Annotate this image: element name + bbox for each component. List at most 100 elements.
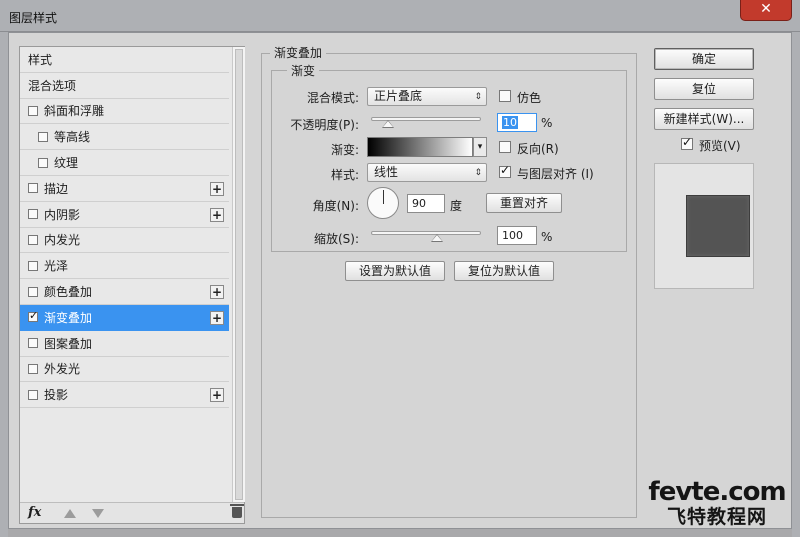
style-list-item-label: 渐变叠加 — [44, 310, 93, 325]
angle-value: 90 — [412, 197, 426, 210]
style-list-item[interactable]: 斜面和浮雕 — [20, 99, 229, 125]
add-effect-icon[interactable]: + — [210, 181, 224, 196]
opacity-label: 不透明度(P): — [290, 118, 359, 132]
style-enable-checkbox[interactable] — [28, 105, 38, 116]
opacity-value: 10 — [502, 116, 518, 129]
style-enable-checkbox[interactable] — [28, 389, 38, 400]
style-list-item[interactable]: 外发光 — [20, 357, 229, 383]
preview-label: 预览(V) — [699, 139, 741, 153]
style-list-item[interactable]: 描边 + — [20, 176, 229, 202]
style-list-item[interactable]: 颜色叠加 + — [20, 279, 229, 305]
style-list-item[interactable]: 内阴影 + — [20, 202, 229, 228]
window-frame-right — [792, 32, 800, 537]
move-up-icon[interactable] — [64, 509, 76, 518]
style-enable-checkbox[interactable] — [38, 157, 48, 168]
style-list-item-label: 混合选项 — [28, 78, 77, 93]
angle-dial-hand — [383, 190, 384, 204]
style-list-item[interactable]: 渐变叠加 + — [20, 304, 229, 331]
style-list-item[interactable]: 内发光 — [20, 228, 229, 254]
blend-mode-label: 混合模式: — [306, 91, 359, 105]
add-effect-icon[interactable]: + — [210, 207, 224, 222]
style-list-item[interactable]: 样式 — [20, 47, 229, 73]
new-style-button[interactable]: 新建样式(W)... — [654, 108, 754, 130]
align-with-layer-checkbox[interactable] — [499, 163, 511, 178]
blend-mode-select[interactable]: 正片叠底 ⇕ — [367, 87, 487, 106]
gradient-dropdown-button[interactable]: ▾ — [473, 137, 487, 157]
move-down-icon[interactable] — [92, 509, 104, 518]
style-preview — [654, 163, 754, 289]
gradient-preview[interactable] — [367, 137, 473, 157]
gradient-label: 渐变: — [330, 143, 359, 157]
gradient-overlay-title: 渐变叠加 — [270, 44, 327, 61]
style-list-item-label: 内发光 — [44, 233, 81, 248]
chevron-updown-icon: ⇕ — [474, 168, 482, 178]
opacity-slider[interactable] — [371, 117, 481, 128]
style-enable-checkbox[interactable] — [28, 183, 38, 194]
scale-slider[interactable] — [371, 231, 481, 242]
style-list-item[interactable]: 光泽 — [20, 253, 229, 280]
opacity-slider-handle[interactable] — [381, 120, 394, 128]
angle-label: 角度(N): — [312, 199, 359, 213]
styles-footer: fx — [20, 502, 244, 523]
add-effect-icon[interactable]: + — [210, 285, 224, 300]
close-button[interactable]: ✕ — [740, 0, 792, 21]
style-select[interactable]: 线性 ⇕ — [367, 163, 487, 182]
style-enable-checkbox[interactable] — [28, 234, 38, 245]
style-enable-checkbox[interactable] — [28, 363, 38, 374]
style-list-item-label: 样式 — [28, 52, 53, 67]
style-list-item-label: 内阴影 — [44, 207, 81, 222]
angle-unit: 度 — [450, 199, 463, 213]
angle-dial[interactable] — [367, 187, 399, 219]
style-enable-checkbox[interactable] — [28, 286, 38, 297]
reset-to-default-button[interactable]: 复位为默认值 — [454, 261, 554, 281]
style-list-item-label: 光泽 — [44, 259, 69, 274]
fx-menu-button[interactable]: fx — [28, 505, 41, 520]
style-list-item-label: 外发光 — [44, 362, 81, 377]
style-list-item[interactable]: 投影 + — [20, 382, 229, 409]
chevron-down-icon: ▾ — [477, 142, 483, 152]
add-effect-icon[interactable]: + — [210, 388, 224, 403]
watermark: fevte.com 飞特教程网 — [637, 478, 797, 534]
scale-input[interactable]: 100 — [497, 226, 537, 245]
style-list-item[interactable]: 图案叠加 — [20, 331, 229, 357]
style-enable-checkbox[interactable] — [28, 338, 38, 349]
add-effect-icon[interactable]: + — [210, 310, 224, 325]
style-list-item-label: 图案叠加 — [44, 336, 93, 351]
set-as-default-button[interactable]: 设置为默认值 — [345, 261, 445, 281]
reverse-checkbox[interactable] — [499, 141, 511, 153]
watermark-site-name: 飞特教程网 — [666, 506, 767, 528]
styles-scrollbar[interactable] — [232, 47, 245, 502]
gradient-subgroup-title: 渐变 — [287, 62, 320, 79]
style-list-item[interactable]: 等高线 — [20, 124, 229, 151]
scale-slider-handle[interactable] — [430, 234, 443, 242]
reset-button[interactable]: 复位 — [654, 78, 754, 100]
scrollbar-thumb[interactable] — [235, 49, 243, 500]
style-enable-checkbox[interactable] — [28, 309, 38, 323]
reset-alignment-button[interactable]: 重置对齐 — [486, 193, 562, 213]
styles-panel: 样式混合选项斜面和浮雕等高线纹理描边 + 内阴影 + 内发光光泽颜色叠加 + 渐变叠加 + 图案… — [19, 46, 245, 524]
style-enable-checkbox[interactable] — [28, 260, 38, 271]
style-label: 样式: — [330, 168, 359, 182]
opacity-unit: % — [541, 116, 553, 130]
style-list-item[interactable]: 混合选项 — [20, 73, 229, 99]
angle-input[interactable]: 90 — [407, 194, 445, 213]
style-enable-checkbox[interactable] — [38, 131, 48, 142]
watermark-url: fevte.com — [648, 477, 786, 507]
chevron-updown-icon: ⇕ — [474, 92, 482, 102]
window-frame-left — [0, 32, 8, 537]
dither-label: 仿色 — [517, 91, 542, 105]
trash-icon[interactable] — [230, 504, 244, 518]
reverse-label: 反向(R) — [517, 142, 559, 156]
style-list-item-label: 颜色叠加 — [44, 285, 93, 300]
style-list-item[interactable]: 纹理 — [20, 150, 229, 176]
preview-checkbox[interactable] — [681, 135, 693, 150]
styles-list: 样式混合选项斜面和浮雕等高线纹理描边 + 内阴影 + 内发光光泽颜色叠加 + 渐变叠加 + 图案… — [20, 47, 229, 409]
scale-value: 100 — [502, 229, 523, 242]
scale-unit: % — [541, 230, 553, 244]
style-enable-checkbox[interactable] — [28, 209, 38, 220]
ok-button[interactable]: 确定 — [654, 48, 754, 70]
dither-checkbox[interactable] — [499, 90, 511, 102]
style-list-item-label: 描边 — [44, 181, 69, 196]
opacity-input[interactable]: 10 — [497, 113, 537, 132]
style-list-item-label: 投影 — [44, 388, 69, 403]
